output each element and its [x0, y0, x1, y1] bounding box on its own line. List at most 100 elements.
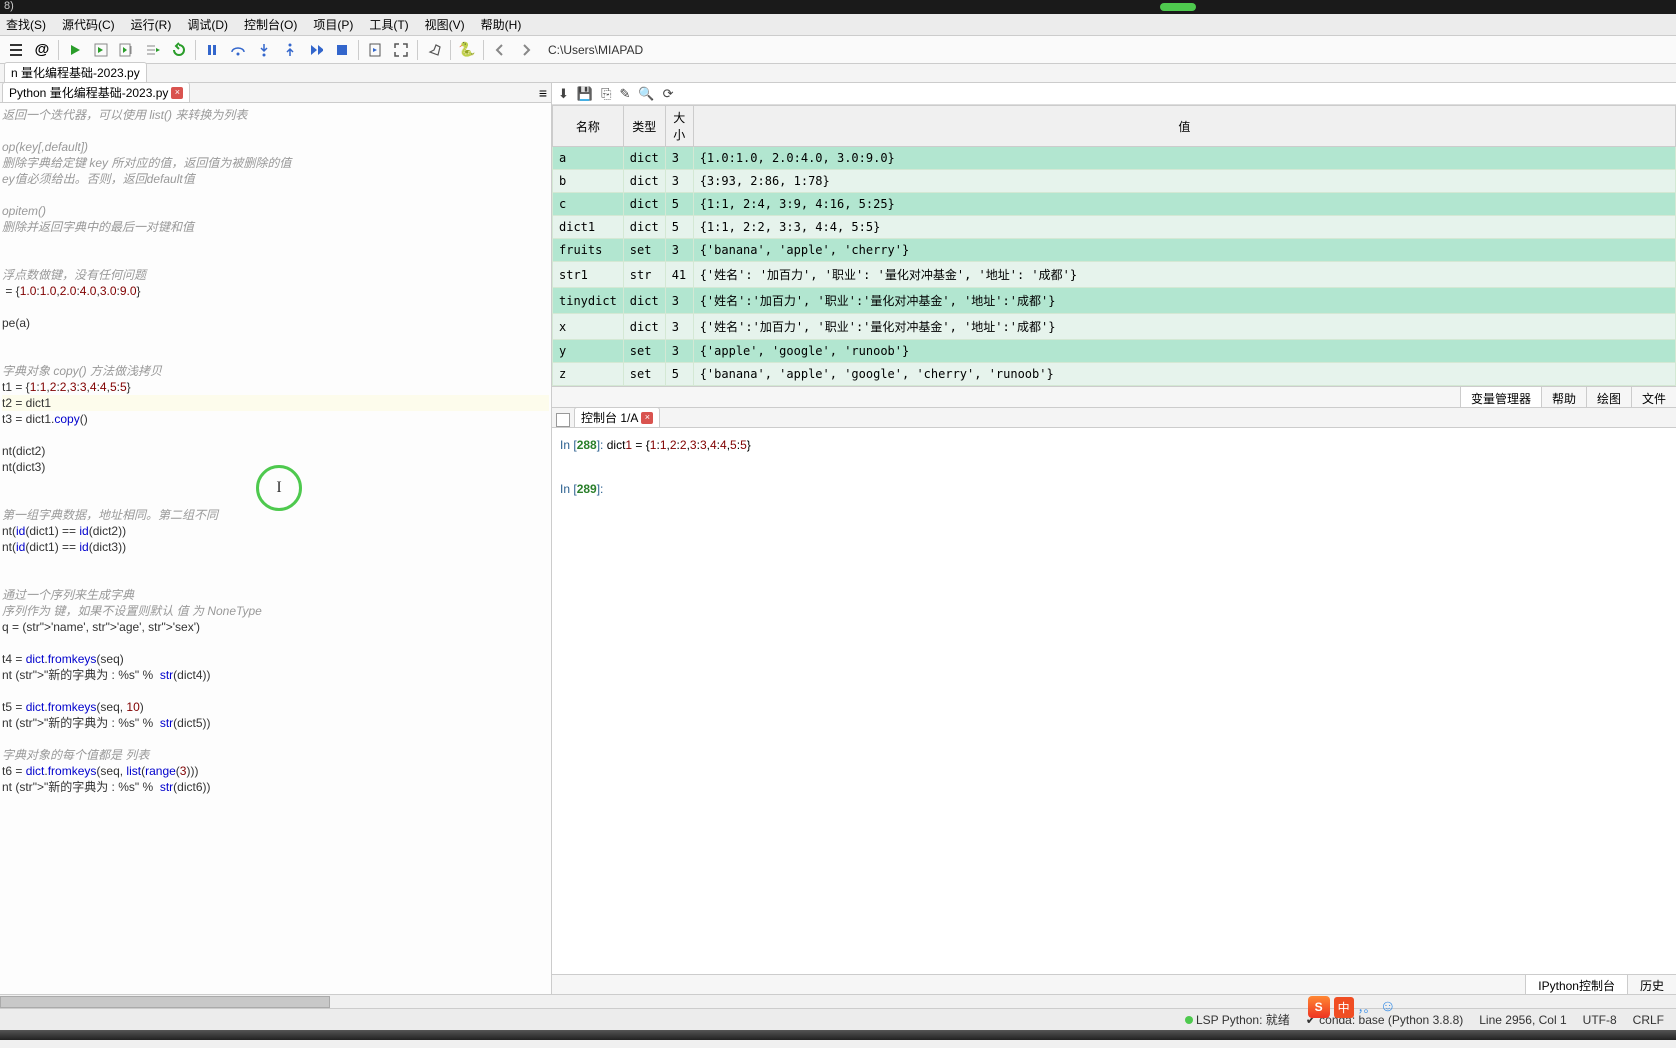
run-selection-button[interactable]	[141, 38, 165, 62]
close-tab-button[interactable]: ×	[171, 87, 183, 99]
editor-hscrollbar[interactable]	[0, 994, 1676, 1008]
step-over-button[interactable]	[226, 38, 250, 62]
code-line[interactable]: nt(id(dict1) == id(dict2))	[2, 523, 549, 539]
toolbar-menu-icon[interactable]	[4, 38, 28, 62]
code-line[interactable]: nt (str">"新的字典为 : %s" % str(dict6))	[2, 779, 549, 795]
code-line[interactable]	[2, 347, 549, 363]
menu-debug[interactable]: 调试(D)	[183, 14, 232, 35]
code-line[interactable]: 返回一个迭代器，可以使用 list() 来转换为列表	[2, 107, 549, 123]
run-cell-button[interactable]	[89, 38, 113, 62]
console-line[interactable]: In [288]: dict1 = {1:1,2:2,3:3,4:4,5:5}	[560, 434, 1668, 456]
menu-run[interactable]: 运行(R)	[127, 14, 176, 35]
variable-row[interactable]: dict1dict5{1:1, 2:2, 3:3, 4:4, 5:5}	[553, 216, 1676, 239]
code-line[interactable]: pe(a)	[2, 315, 549, 331]
nav-forward-button[interactable]	[514, 38, 538, 62]
status-encoding[interactable]: UTF-8	[1583, 1013, 1617, 1027]
status-cursor-pos[interactable]: Line 2956, Col 1	[1479, 1013, 1566, 1027]
menu-find[interactable]: 查找(S)	[2, 14, 50, 35]
console-browse-icon[interactable]	[556, 413, 570, 427]
debug-file-button[interactable]	[363, 38, 387, 62]
variable-row[interactable]: str1str41{'姓名': '加百力', '职业': '量化对冲基金', '…	[553, 262, 1676, 288]
menu-help[interactable]: 帮助(H)	[477, 14, 526, 35]
code-line[interactable]: 删除字典给定键 key 所对应的值，返回值为被删除的值	[2, 155, 549, 171]
edit-icon[interactable]: ✎	[620, 86, 631, 102]
tab-variable-explorer[interactable]: 变量管理器	[1460, 387, 1541, 407]
toolbar-at-icon[interactable]: @	[30, 38, 54, 62]
ime-indicator[interactable]: S 中 ，。 ☺	[1308, 996, 1396, 1018]
ime-punct-icon[interactable]: ，。	[1358, 999, 1376, 1016]
step-into-button[interactable]	[252, 38, 276, 62]
code-line[interactable]	[2, 187, 549, 203]
code-line[interactable]	[2, 251, 549, 267]
code-editor[interactable]: 返回一个迭代器，可以使用 list() 来转换为列表 op(key[,defau…	[0, 103, 551, 994]
search-icon[interactable]: 🔍	[638, 86, 654, 102]
editor-options-icon[interactable]: ≡	[539, 85, 547, 101]
code-line[interactable]: 删除并返回字典中的最后一对键和值	[2, 219, 549, 235]
variable-row[interactable]: adict3{1.0:1.0, 2.0:4.0, 3.0:9.0}	[553, 147, 1676, 170]
nav-back-button[interactable]	[488, 38, 512, 62]
var-col-name[interactable]: 名称	[553, 106, 624, 147]
code-line[interactable]	[2, 299, 549, 315]
step-out-button[interactable]	[278, 38, 302, 62]
code-line[interactable]: t5 = dict.fromkeys(seq, 10)	[2, 699, 549, 715]
variable-row[interactable]: yset3{'apple', 'google', 'runoob'}	[553, 340, 1676, 363]
variable-row[interactable]: tinydictdict3{'姓名':'加百力', '职业':'量化对冲基金',…	[553, 288, 1676, 314]
code-line[interactable]: nt(dict3)	[2, 459, 549, 475]
code-line[interactable]: t3 = dict1.copy()	[2, 411, 549, 427]
scrollbar-thumb[interactable]	[0, 996, 330, 1008]
code-line[interactable]: 第一组字典数据，地址相同。第二组不同	[2, 507, 549, 523]
var-col-value[interactable]: 值	[693, 106, 1675, 147]
code-line[interactable]	[2, 491, 549, 507]
os-taskbar[interactable]	[0, 1030, 1676, 1040]
code-line[interactable]: 序列作为 键，如果不设置则默认 值 为 NoneType	[2, 603, 549, 619]
ipython-console[interactable]: In [288]: dict1 = {1:1,2:2,3:3,4:4,5:5} …	[552, 428, 1676, 974]
python-path-icon[interactable]: 🐍	[455, 38, 479, 62]
var-col-size[interactable]: 大小	[665, 106, 693, 147]
console-line[interactable]: In [289]:	[560, 478, 1668, 500]
stop-debug-button[interactable]	[330, 38, 354, 62]
import-data-icon[interactable]: ⬇	[558, 86, 569, 102]
variable-row[interactable]: cdict5{1:1, 2:4, 3:9, 4:16, 5:25}	[553, 193, 1676, 216]
console-tab[interactable]: 控制台 1/A ×	[574, 407, 660, 427]
status-eol[interactable]: CRLF	[1633, 1013, 1664, 1027]
code-line[interactable]	[2, 475, 549, 491]
code-line[interactable]	[2, 235, 549, 251]
tab-history[interactable]: 历史	[1627, 975, 1676, 994]
run-button[interactable]	[63, 38, 87, 62]
variable-explorer[interactable]: 名称 类型 大小 值 adict3{1.0:1.0, 2.0:4.0, 3.0:…	[552, 105, 1676, 386]
code-line[interactable]: ey值必须给出。否则，返回default值	[2, 171, 549, 187]
tab-ipython-console[interactable]: IPython控制台	[1525, 975, 1627, 994]
code-line[interactable]	[2, 331, 549, 347]
variable-row[interactable]: fruitsset3{'banana', 'apple', 'cherry'}	[553, 239, 1676, 262]
save-data-icon[interactable]: 💾	[577, 86, 593, 102]
tab-files[interactable]: 文件	[1631, 387, 1676, 407]
code-line[interactable]: nt(id(dict1) == id(dict3))	[2, 539, 549, 555]
rerun-button[interactable]	[167, 38, 191, 62]
code-line[interactable]	[2, 123, 549, 139]
code-line[interactable]: q = (str">'name', str">'age', str">'sex'…	[2, 619, 549, 635]
var-col-type[interactable]: 类型	[623, 106, 665, 147]
preferences-button[interactable]	[422, 38, 446, 62]
code-line[interactable]: 字典对象 copy() 方法做浅拷贝	[2, 363, 549, 379]
code-line[interactable]	[2, 683, 549, 699]
refresh-icon[interactable]: ⟳	[663, 86, 674, 102]
code-line[interactable]	[2, 635, 549, 651]
code-line[interactable]: nt(dict2)	[2, 443, 549, 459]
code-line[interactable]	[2, 427, 549, 443]
code-line[interactable]: t2 = dict1	[2, 395, 549, 411]
menu-tools[interactable]: 工具(T)	[365, 14, 412, 35]
code-line[interactable]: = {1.0:1.0,2.0:4.0,3.0:9.0}	[2, 283, 549, 299]
status-lsp[interactable]: LSP Python: 就绪	[1185, 1011, 1290, 1028]
editor-tab[interactable]: Python 量化编程基础-2023.py ×	[2, 82, 190, 102]
close-console-button[interactable]: ×	[641, 412, 653, 424]
continue-button[interactable]	[304, 38, 328, 62]
menu-source[interactable]: 源代码(C)	[58, 14, 119, 35]
code-line[interactable]	[2, 555, 549, 571]
code-line[interactable]: 浮点数做键，没有任何问题	[2, 267, 549, 283]
code-line[interactable]: nt (str">"新的字典为 : %s" % str(dict4))	[2, 667, 549, 683]
code-line[interactable]: 通过一个序列来生成字典	[2, 587, 549, 603]
code-line[interactable]: 字典对象的每个值都是 列表	[2, 747, 549, 763]
code-line[interactable]	[2, 571, 549, 587]
variable-row[interactable]: xdict3{'姓名':'加百力', '职业':'量化对冲基金', '地址':'…	[553, 314, 1676, 340]
run-cell-advance-button[interactable]	[115, 38, 139, 62]
